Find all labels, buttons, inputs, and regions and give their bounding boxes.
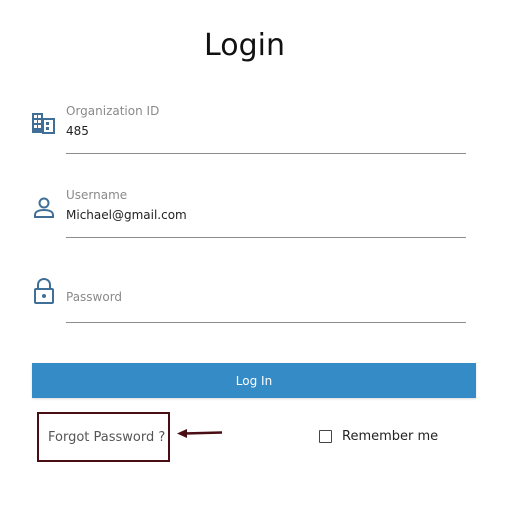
username-underline [66,237,466,238]
organization-id-field[interactable]: Organization ID 485 [30,100,466,156]
building-icon [30,112,56,139]
organization-id-label: Organization ID [66,104,160,118]
password-label: Password [66,290,123,304]
remember-me-checkbox[interactable] [319,430,332,443]
login-button[interactable]: Log In [32,363,476,398]
person-icon [33,197,55,224]
password-underline [66,322,466,323]
forgot-password-link[interactable]: Forgot Password ? [48,430,165,445]
organization-id-underline [66,153,466,154]
organization-id-value[interactable]: 485 [66,124,89,138]
annotation-arrow-icon [176,426,224,445]
username-label: Username [66,188,128,202]
page-title: Login [204,28,285,63]
username-field[interactable]: Username Michael@gmail.com [30,184,466,240]
lock-icon [33,277,55,309]
password-field[interactable]: Password [30,268,466,324]
remember-me[interactable]: Remember me [319,429,438,444]
username-value[interactable]: Michael@gmail.com [66,208,187,222]
remember-me-label: Remember me [342,429,439,444]
